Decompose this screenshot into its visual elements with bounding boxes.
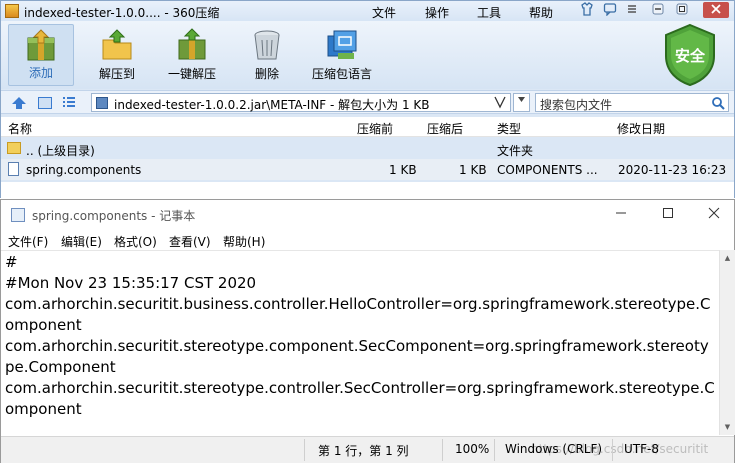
search-placeholder: 搜索包内文件 [540, 98, 613, 112]
menu-edit[interactable]: 编辑(E) [61, 233, 102, 250]
security-shield-button[interactable]: 安全 [661, 22, 719, 88]
thumbnail-view-icon[interactable] [37, 95, 53, 111]
maximize-icon[interactable] [658, 205, 678, 225]
notepad-window-title: spring.components - 记事本 [32, 209, 196, 223]
skin-icon[interactable] [578, 2, 596, 18]
file-size: 1 KB [459, 163, 487, 177]
delete-trash-icon [254, 30, 280, 60]
extract-to-label: 解压到 [98, 67, 135, 81]
menu-file[interactable]: 文件 [372, 4, 396, 21]
col-name[interactable]: 名称 [8, 120, 32, 137]
add-archive-icon [27, 29, 55, 61]
col-packed[interactable]: 压缩前 [357, 120, 393, 137]
notepad-window: spring.components - 记事本 文件(F) 编辑(E) 格式(O… [0, 199, 735, 463]
notepad-app-icon [11, 208, 25, 222]
file-packed-size: 1 KB [389, 163, 417, 177]
path-text: indexed-tester-1.0.0.2.jar\META-INF - 解包… [114, 98, 430, 112]
archive-language-label: 压缩包语言 [311, 67, 372, 81]
close-icon[interactable] [703, 2, 729, 18]
one-click-extract-icon [178, 28, 206, 60]
col-size[interactable]: 压缩后 [427, 120, 463, 137]
extract-to-button[interactable]: 解压到 [84, 24, 150, 86]
file-name: .. (上级目录) [26, 144, 95, 158]
menu-help[interactable]: 帮助(H) [223, 233, 265, 250]
archive-language-button[interactable]: 压缩包语言 [309, 24, 375, 86]
menu-format[interactable]: 格式(O) [114, 233, 157, 250]
menu-icon[interactable] [623, 2, 641, 18]
col-type[interactable]: 类型 [497, 120, 521, 137]
scroll-up-icon[interactable]: ▲ [720, 250, 735, 266]
address-bar: indexed-tester-1.0.0.2.jar\META-INF - 解包… [1, 90, 734, 114]
delete-label: 删除 [254, 67, 279, 81]
delete-button[interactable]: 删除 [234, 24, 300, 86]
path-history-icon[interactable] [494, 95, 506, 113]
archive-titlebar: indexed-tester-1.0.0.... - 360压缩 文件 操作 工… [1, 1, 734, 21]
jar-file-icon [96, 97, 108, 109]
encoding: UTF-8 [624, 442, 659, 456]
file-type: COMPONENTS ... [497, 163, 598, 177]
search-input[interactable]: 搜索包内文件 [535, 93, 729, 112]
archive-window: indexed-tester-1.0.0.... - 360压缩 文件 操作 工… [0, 0, 735, 198]
file-modified: 2020-11-23 16:23 [618, 163, 727, 177]
minimize-icon[interactable] [649, 2, 667, 18]
add-label: 添加 [28, 66, 53, 80]
list-item[interactable]: .. (上级目录) 文件夹 [1, 138, 734, 159]
file-list-empty-area [1, 182, 734, 198]
extract-to-icon [102, 29, 132, 60]
archive-language-icon [327, 30, 357, 59]
file-list-header: 名称 压缩前 压缩后 类型 修改日期 [1, 117, 734, 137]
minimize-icon[interactable] [611, 205, 631, 225]
file-type: 文件夹 [497, 144, 534, 158]
col-modified[interactable]: 修改日期 [617, 120, 665, 137]
notepad-titlebar: spring.components - 记事本 [1, 200, 734, 230]
menu-tools[interactable]: 工具 [477, 4, 501, 21]
one-click-extract-label: 一键解压 [167, 67, 216, 81]
up-arrow-icon[interactable] [11, 95, 27, 111]
menu-view[interactable]: 查看(V) [169, 233, 211, 250]
list-item[interactable]: spring.components 1 KB 1 KB COMPONENTS .… [1, 159, 734, 180]
file-name: spring.components [26, 163, 142, 177]
close-icon[interactable] [704, 205, 724, 225]
notepad-menubar: 文件(F) 编辑(E) 格式(O) 查看(V) 帮助(H) [1, 230, 734, 250]
menu-help[interactable]: 帮助 [529, 4, 553, 21]
cursor-position: 第 1 行，第 1 列 [318, 444, 409, 458]
menu-file[interactable]: 文件(F) [8, 233, 48, 250]
status-bar: https://blog.csdn.net/securitit 第 1 行，第 … [1, 436, 734, 463]
one-click-extract-button[interactable]: 一键解压 [159, 24, 225, 86]
feedback-icon[interactable] [601, 2, 619, 18]
vertical-scrollbar[interactable]: ▲ ▼ [719, 250, 735, 435]
add-button[interactable]: 添加 [8, 24, 74, 86]
maximize-icon[interactable] [673, 2, 691, 18]
screen: { "zip": { "title": "indexed-tester-1.0.… [0, 0, 735, 463]
archive-toolbar: 添加 解压到 一键解压 删除 压缩包语言 安全 [1, 21, 734, 89]
security-label: 安全 [674, 47, 705, 65]
path-field[interactable]: indexed-tester-1.0.0.2.jar\META-INF - 解包… [91, 93, 511, 112]
scroll-down-icon[interactable]: ▼ [720, 419, 735, 435]
line-ending: Windows (CRLF) [505, 442, 603, 456]
search-icon[interactable] [711, 96, 725, 110]
menu-operation[interactable]: 操作 [425, 4, 449, 21]
list-view-icon[interactable] [61, 95, 77, 111]
zoom-level: 100% [455, 442, 490, 456]
app-logo-icon [5, 4, 19, 18]
path-dropdown-icon[interactable] [513, 93, 530, 112]
folder-icon [7, 142, 21, 154]
archive-window-title: indexed-tester-1.0.0.... - 360压缩 [24, 6, 220, 20]
file-icon [8, 162, 19, 176]
text-editor[interactable]: # #Mon Nov 23 15:35:17 CST 2020 com.arho… [1, 250, 719, 435]
